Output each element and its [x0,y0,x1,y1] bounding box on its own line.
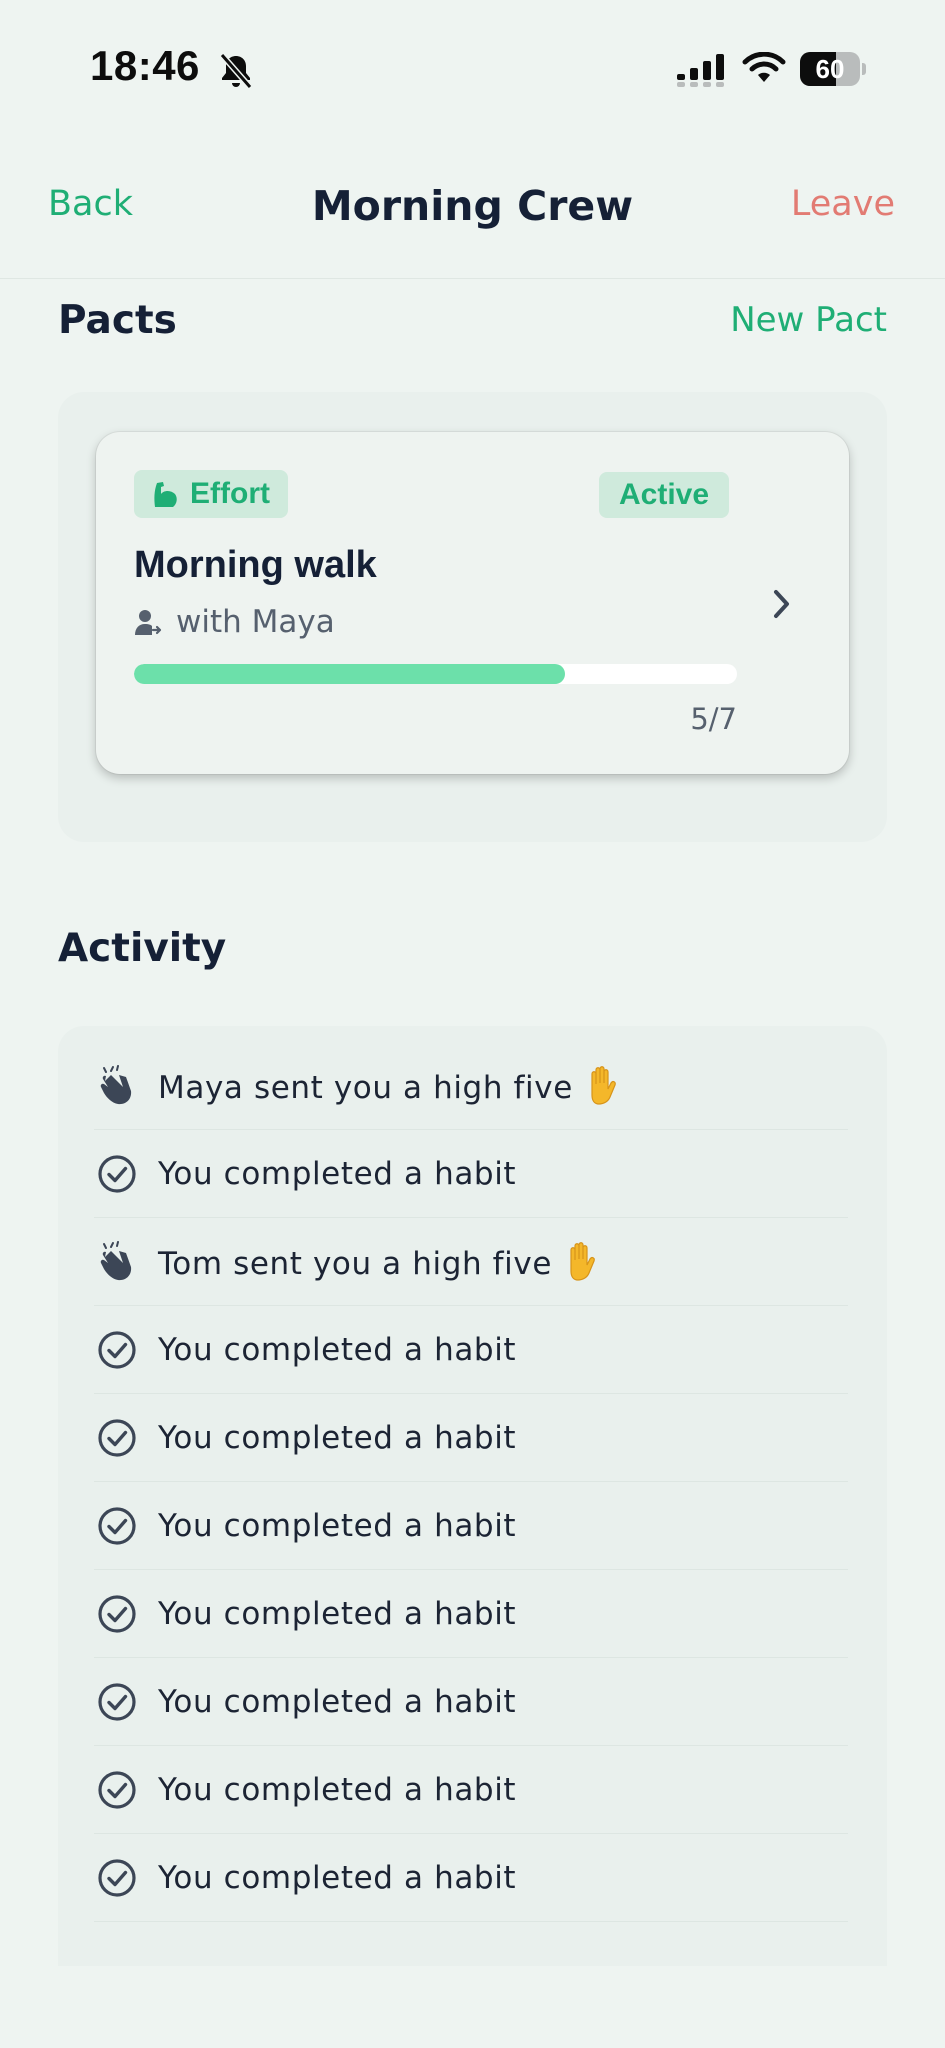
pact-progress-bar [134,664,737,684]
activity-label: You completed a habit [158,1595,517,1632]
check-circle-icon [96,1505,138,1547]
activity-item: You completed a habit [94,1834,848,1922]
activity-item: You completed a habit [94,1394,848,1482]
pact-name: Morning walk [134,544,377,586]
activity-label: You completed a habit [158,1507,517,1544]
activity-text: You completed a habit [158,1860,516,1896]
check-circle-icon [96,1329,138,1371]
pact-progress-count: 5/7 [690,702,737,736]
activity-text: You completed a habit [158,1420,516,1456]
pact-type-label: Effort [190,477,270,510]
activity-label: Maya sent you a high five [158,1070,573,1106]
activity-feed: Maya sent you a high five You completed a… [58,1026,887,1966]
status-time: 18:46 [90,42,200,89]
activity-label: You completed a habit [158,1859,517,1896]
activity-text: Maya sent you a high five [158,1065,621,1106]
clap-icon [96,1064,138,1107]
pact-partner-label: with Maya [176,604,335,640]
pacts-section-title: Pacts [58,298,177,343]
activity-text: Tom sent you a high five [158,1241,600,1282]
activity-text: You completed a habit [158,1772,516,1808]
activity-label: You completed a habit [158,1331,517,1368]
pact-partner: with Maya [134,604,335,640]
check-circle-icon [96,1681,138,1723]
activity-item: You completed a habit [94,1130,848,1218]
pact-progress-fill [134,664,565,684]
activity-item: You completed a habit [94,1570,848,1658]
activity-text: You completed a habit [158,1332,516,1368]
wifi-icon [742,52,786,82]
flexed-bicep-icon [154,482,177,507]
activity-label: You completed a habit [158,1155,517,1192]
pact-status-badge: Active [599,472,730,518]
bell-slash-icon [219,53,253,89]
activity-section-title: Activity [58,926,227,971]
clap-icon [96,1240,138,1283]
pact-type-badge: Effort [134,470,288,518]
status-bar: 18:46 60 [0,0,945,140]
new-pact-button[interactable]: New Pact [730,300,887,340]
raised-hand-emoji-icon [562,1241,600,1281]
leave-button[interactable]: Leave [791,184,895,224]
pacts-list: Effort Active Morning walk with Maya 5/7 [58,392,887,842]
nav-header: Back Morning Crew Leave [0,160,945,279]
check-circle-icon [96,1593,138,1635]
activity-text: You completed a habit [158,1596,516,1632]
activity-label: You completed a habit [158,1419,517,1456]
battery-indicator: 60 [800,52,866,86]
activity-text: You completed a habit [158,1156,516,1192]
check-circle-icon [96,1417,138,1459]
activity-text: You completed a habit [158,1684,516,1720]
chevron-right-icon [774,590,789,618]
activity-item: You completed a habit [94,1746,848,1834]
check-circle-icon [96,1857,138,1899]
activity-list: Maya sent you a high five You completed a… [94,1042,848,1922]
person-arrow-icon [135,610,162,635]
activity-item: Maya sent you a high five [94,1042,848,1130]
activity-text: You completed a habit [158,1508,516,1544]
activity-label: You completed a habit [158,1683,517,1720]
pact-card[interactable]: Effort Active Morning walk with Maya 5/7 [96,432,849,774]
activity-item: Tom sent you a high five [94,1218,848,1306]
activity-item: You completed a habit [94,1658,848,1746]
battery-percent: 60 [815,54,845,84]
check-circle-icon [96,1769,138,1811]
activity-label: You completed a habit [158,1771,517,1808]
activity-item: You completed a habit [94,1482,848,1570]
activity-item: You completed a habit [94,1306,848,1394]
cellular-signal-icon [677,54,724,87]
raised-hand-emoji-icon [583,1065,621,1105]
activity-label: Tom sent you a high five [158,1246,553,1282]
check-circle-icon [96,1153,138,1195]
